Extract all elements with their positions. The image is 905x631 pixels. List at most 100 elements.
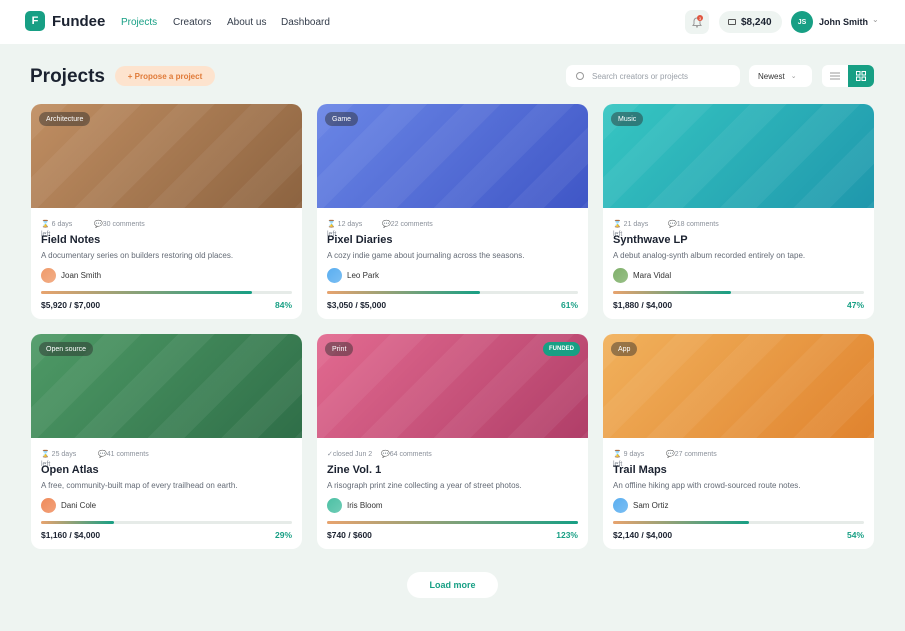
user-avatar[interactable]: JS (791, 11, 813, 33)
project-title[interactable]: Pixel Diaries (327, 234, 392, 246)
comment-icon: 💬 (668, 221, 677, 228)
project-description: A cozy indie game about journaling acros… (327, 251, 525, 260)
project-title[interactable]: Trail Maps (613, 464, 667, 476)
project-card[interactable]: App ⌛ 9 days left 💬27 comments Trail Map… (603, 334, 874, 549)
amount-raised: $2,140 / $4,000 (613, 530, 673, 540)
funding-progress-bar (613, 521, 864, 524)
balance-amount: $8,240 (741, 16, 772, 28)
search-icon (576, 72, 584, 80)
category-tag: Open source (39, 342, 94, 356)
project-description: A free, community-built map of every tra… (41, 481, 238, 490)
nav-dashboard[interactable]: Dashboard (281, 17, 330, 28)
funding-progress-fill (327, 521, 578, 524)
chevron-down-icon[interactable]: ⌄ (872, 15, 879, 24)
category-tag: App (611, 342, 638, 356)
funded-percent: 54% (846, 530, 864, 540)
project-card[interactable]: Print FUNDED ✓closed Jun 2 💬64 comments … (317, 334, 588, 549)
creator-avatar[interactable] (613, 268, 628, 283)
creator-name[interactable]: Leo Park (347, 271, 379, 280)
creator-name[interactable]: Mara Vidal (633, 271, 671, 280)
funded-percent: 61% (560, 300, 578, 310)
wallet-icon (728, 19, 736, 25)
funded-percent: 29% (274, 530, 292, 540)
funded-percent: 47% (846, 300, 864, 310)
project-title[interactable]: Synthwave LP (613, 234, 688, 246)
creator-name[interactable]: Iris Bloom (347, 501, 383, 510)
amount-raised: $1,160 / $4,000 (41, 530, 101, 540)
creator-avatar[interactable] (327, 268, 342, 283)
nav-creators[interactable]: Creators (173, 17, 211, 28)
brand-name[interactable]: Fundee (52, 13, 105, 30)
funding-progress-fill (41, 521, 114, 524)
project-card[interactable]: Architecture ⌛ 6 days left 💬30 comments … (31, 104, 302, 319)
creator-avatar[interactable] (41, 268, 56, 283)
amount-raised: $3,050 / $5,000 (327, 300, 387, 310)
comment-icon: 💬 (666, 451, 675, 458)
grid-icon (856, 71, 866, 81)
creator-avatar[interactable] (41, 498, 56, 513)
project-card[interactable]: Music ⌛ 21 days left 💬18 comments Synthw… (603, 104, 874, 319)
project-title[interactable]: Open Atlas (41, 464, 99, 476)
comment-count: 💬22 comments (382, 221, 433, 228)
sort-dropdown[interactable]: Newest ⌄ (749, 65, 812, 87)
funding-progress-fill (327, 291, 481, 294)
comment-icon: 💬 (381, 451, 390, 458)
chevron-down-icon: ⌄ (790, 73, 797, 80)
page-title: Projects (30, 66, 105, 87)
list-view-button[interactable] (822, 65, 848, 87)
comment-count: 💬64 comments (381, 451, 432, 458)
amount-raised: $5,920 / $7,000 (41, 300, 101, 310)
project-title[interactable]: Zine Vol. 1 (327, 464, 381, 476)
top-navigation-bar: F Fundee Projects Creators About us Dash… (0, 0, 905, 44)
user-name[interactable]: John Smith (819, 17, 868, 27)
notification-count-badge: 3 (697, 15, 703, 21)
comment-icon: 💬 (382, 221, 391, 228)
creator-name[interactable]: Dani Cole (61, 501, 96, 510)
funding-progress-bar (327, 521, 578, 524)
search-input[interactable] (592, 71, 732, 81)
comment-count: 💬27 comments (666, 451, 717, 458)
hourglass-icon: ⌛ (613, 451, 622, 458)
logo-icon[interactable]: F (25, 11, 45, 31)
wallet-balance[interactable]: $8,240 (719, 11, 782, 33)
amount-raised: $740 / $600 (327, 530, 372, 540)
funding-progress-fill (41, 291, 252, 294)
funding-progress-bar (327, 291, 578, 294)
project-card[interactable]: Open source ⌛ 25 days left 💬41 comments … (31, 334, 302, 549)
funding-progress-fill (613, 291, 731, 294)
project-description: A documentary series on builders restori… (41, 251, 234, 260)
project-description: A risograph print zine collecting a year… (327, 481, 522, 490)
project-cover-image[interactable] (603, 104, 874, 208)
load-more-button[interactable]: Load more (407, 572, 498, 598)
funded-percent: 123% (556, 530, 578, 540)
funding-progress-bar (41, 521, 292, 524)
funded-badge: FUNDED (543, 342, 580, 356)
funding-progress-bar (613, 291, 864, 294)
notifications-button[interactable] (685, 10, 709, 34)
grid-view-button[interactable] (848, 65, 874, 87)
amount-raised: $1,880 / $4,000 (613, 300, 673, 310)
nav-about-us[interactable]: About us (227, 17, 266, 28)
nav-projects[interactable]: Projects (121, 17, 157, 28)
comment-count: 💬41 comments (98, 451, 149, 458)
category-tag: Game (325, 112, 359, 126)
comment-icon: 💬 (94, 221, 103, 228)
propose-project-button[interactable]: + Propose a project (115, 66, 215, 86)
creator-name[interactable]: Sam Ortiz (633, 501, 669, 510)
project-card[interactable]: Game ⌛ 12 days left 💬22 comments Pixel D… (317, 104, 588, 319)
funded-percent: 84% (274, 300, 292, 310)
creator-name[interactable]: Joan Smith (61, 271, 101, 280)
search-box[interactable] (566, 65, 740, 87)
comment-count: 💬30 comments (94, 221, 145, 228)
project-cover-image[interactable] (603, 334, 874, 438)
time-left: ✓closed Jun 2 (327, 451, 373, 458)
project-description: A debut analog-synth album recorded enti… (613, 251, 806, 260)
project-title[interactable]: Field Notes (41, 234, 100, 246)
funding-progress-bar (41, 291, 292, 294)
hourglass-icon: ⌛ (613, 221, 622, 228)
creator-avatar[interactable] (327, 498, 342, 513)
creator-avatar[interactable] (613, 498, 628, 513)
category-tag: Architecture (39, 112, 91, 126)
list-icon (830, 72, 840, 80)
hourglass-icon: ⌛ (41, 451, 50, 458)
